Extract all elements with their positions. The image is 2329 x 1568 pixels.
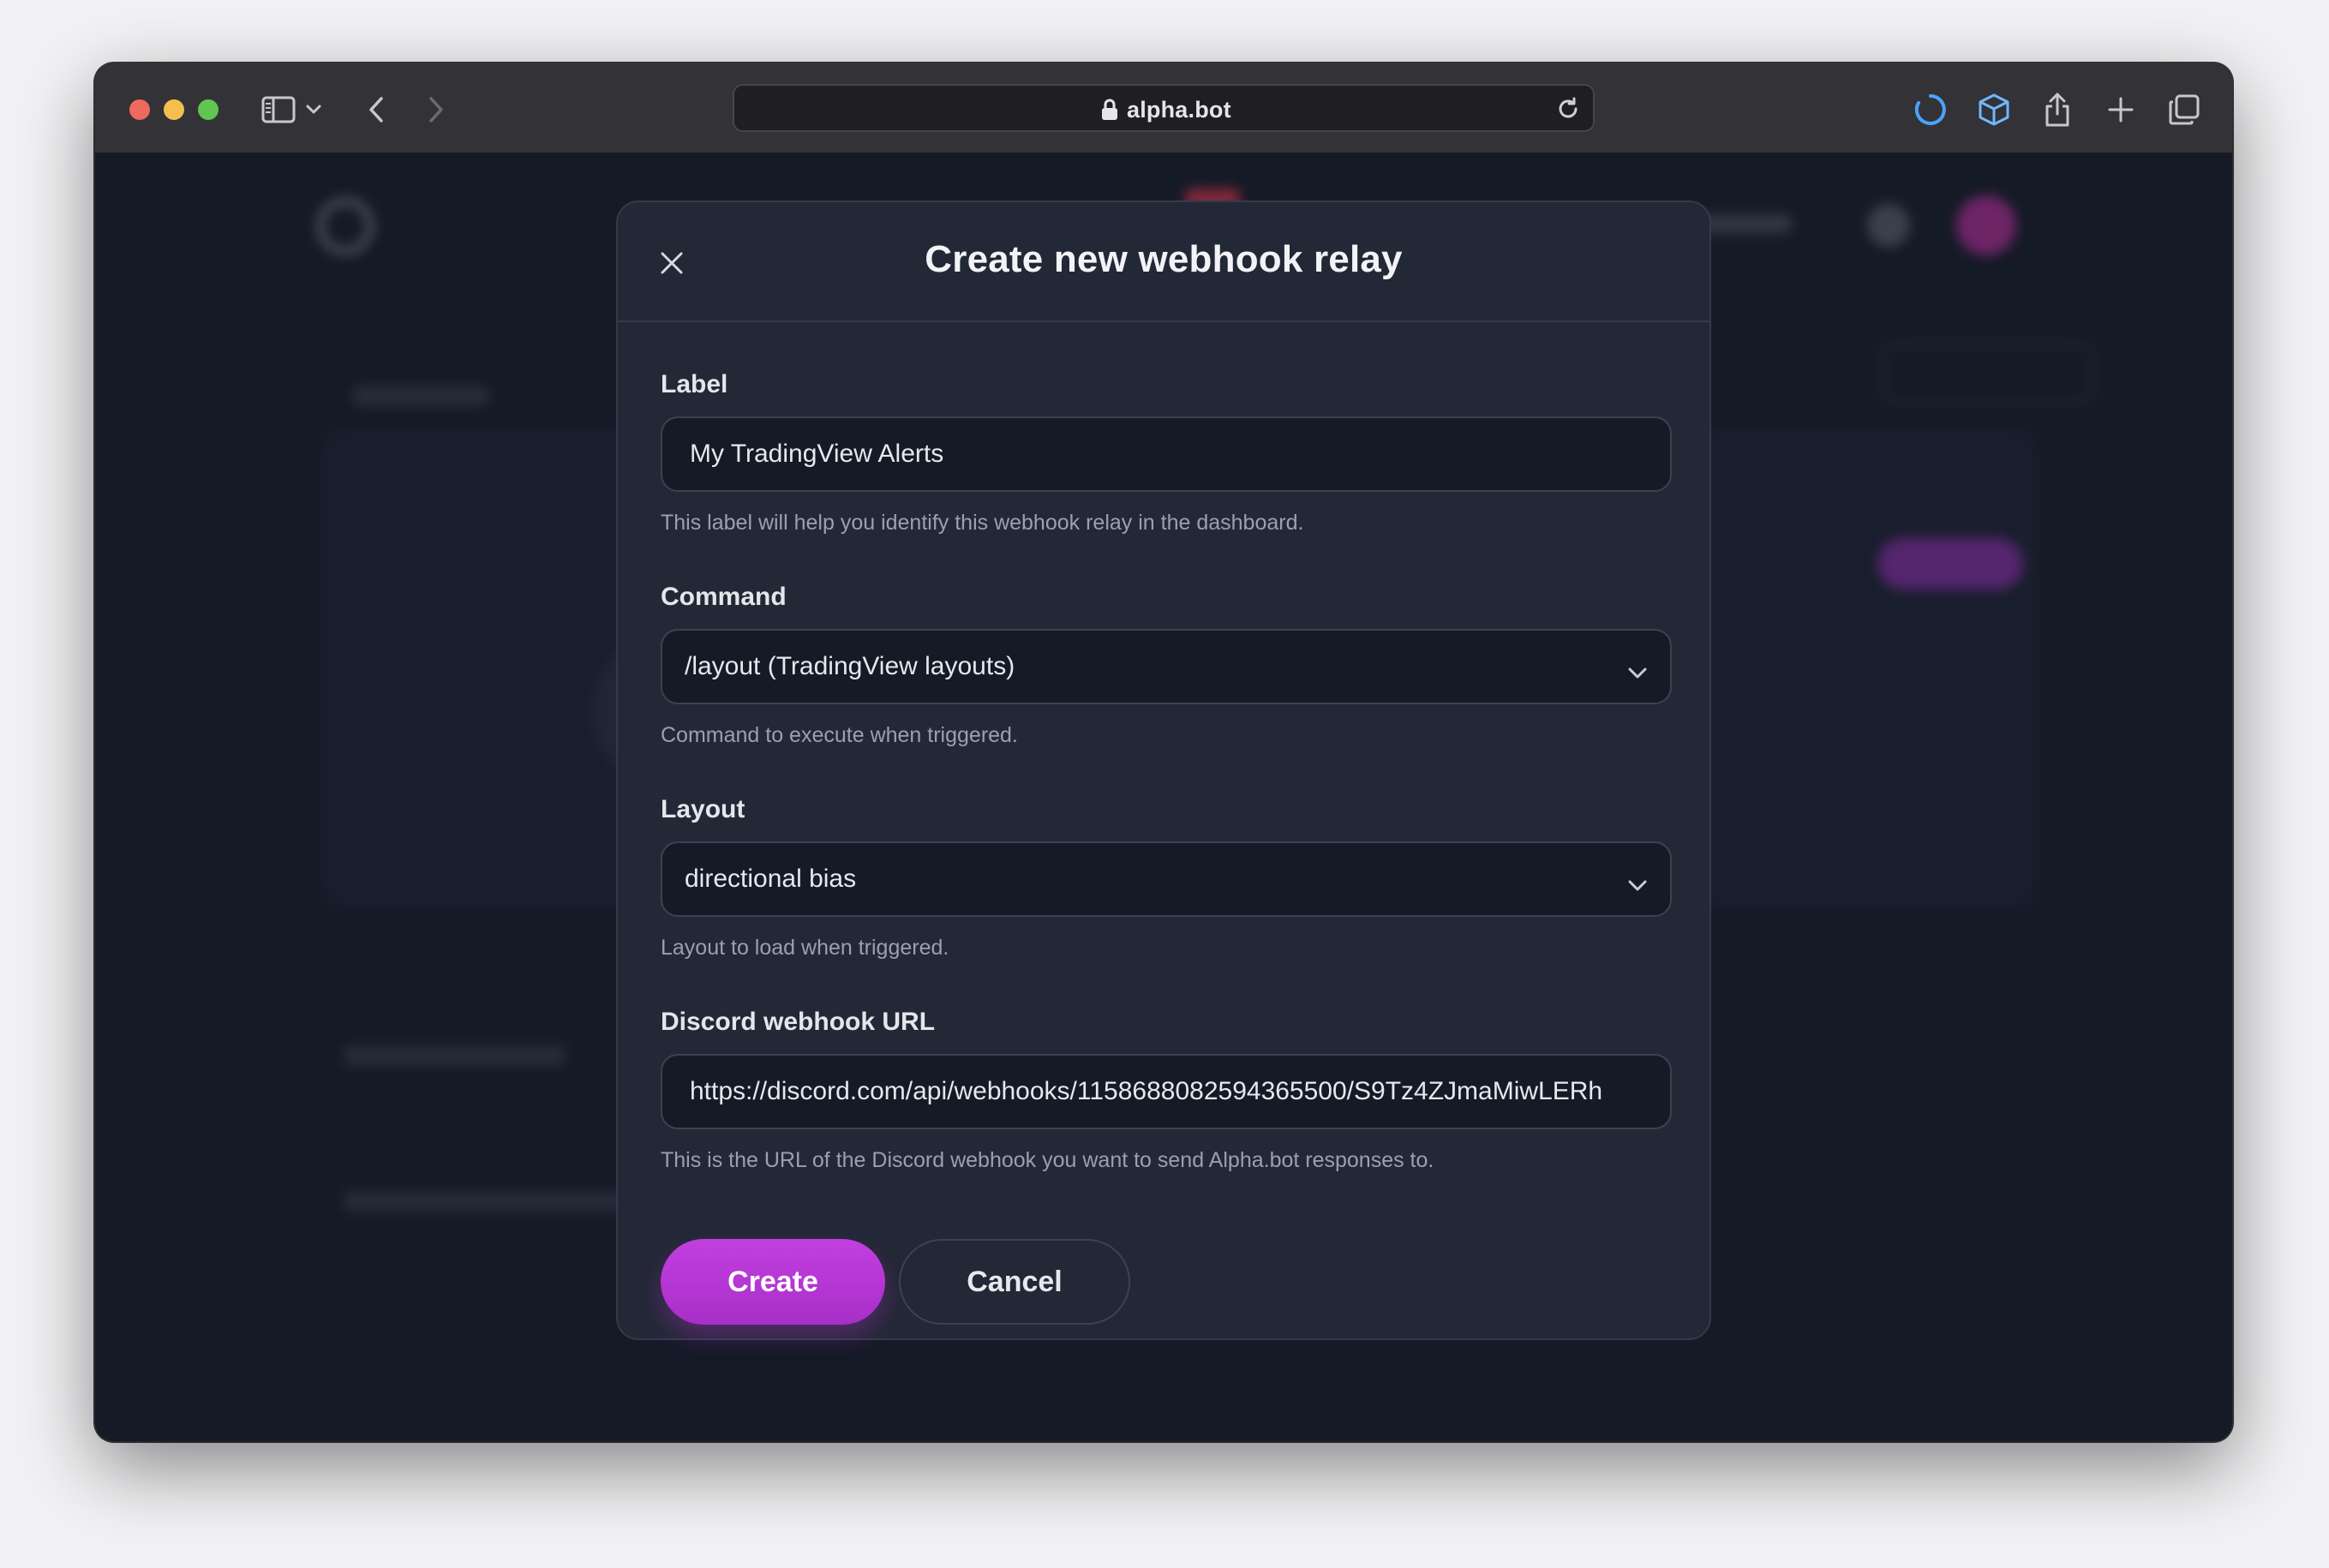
extension-cube-icon[interactable]	[1973, 89, 2015, 130]
background-text	[344, 1191, 635, 1212]
background-text	[352, 386, 489, 406]
command-field-label: Command	[661, 583, 787, 611]
browser-window: alpha.bot Create new webhook relay Label…	[95, 63, 2232, 1441]
tab-overview-icon[interactable]	[2164, 89, 2205, 130]
url-text: alpha.bot	[1127, 97, 1231, 123]
modal-header: Create new webhook relay	[618, 202, 1709, 322]
cancel-button[interactable]: Cancel	[899, 1239, 1130, 1325]
background-avatar	[1956, 195, 2016, 255]
browser-toolbar: alpha.bot	[95, 63, 2232, 154]
background-logo-icon	[316, 197, 374, 255]
background-purple-button	[1877, 538, 2023, 589]
webhook-url-input[interactable]: https://discord.com/api/webhooks/1158688…	[661, 1054, 1672, 1129]
layout-help-text: Layout to load when triggered.	[661, 936, 949, 960]
address-bar[interactable]: alpha.bot	[733, 84, 1595, 132]
minimize-window-button[interactable]	[164, 99, 184, 120]
zoom-window-button[interactable]	[198, 99, 219, 120]
back-arrow-icon[interactable]	[356, 89, 397, 130]
command-select[interactable]: /layout (TradingView layouts)	[661, 629, 1672, 704]
lock-icon	[1100, 98, 1119, 126]
sidebar-toggle-icon[interactable]	[258, 89, 299, 130]
create-button[interactable]: Create	[661, 1239, 885, 1325]
layout-select-value: directional bias	[685, 865, 857, 893]
chevron-down-icon	[1627, 658, 1648, 687]
layout-field-label: Layout	[661, 795, 745, 823]
modal-title: Create new webhook relay	[925, 238, 1403, 280]
command-select-value: /layout (TradingView layouts)	[685, 652, 1015, 680]
reload-icon[interactable]	[1555, 96, 1581, 126]
chevron-down-icon	[1627, 871, 1648, 900]
label-input[interactable]: My TradingView Alerts	[661, 416, 1672, 492]
layout-select[interactable]: directional bias	[661, 841, 1672, 917]
loading-spinner-icon	[1910, 89, 1951, 130]
command-help-text: Command to execute when triggered.	[661, 723, 1018, 747]
new-tab-plus-icon[interactable]	[2100, 89, 2141, 130]
label-help-text: This label will help you identify this w…	[661, 511, 1304, 535]
webhook-url-field-label: Discord webhook URL	[661, 1008, 936, 1036]
share-icon[interactable]	[2037, 89, 2078, 130]
background-button	[1881, 343, 2095, 403]
forward-arrow-icon[interactable]	[416, 89, 457, 130]
chevron-down-icon[interactable]	[301, 89, 326, 130]
webhook-url-help-text: This is the URL of the Discord webhook y…	[661, 1148, 1434, 1172]
create-webhook-modal: Create new webhook relay Label My Tradin…	[616, 200, 1711, 1340]
webhook-url-input-value: https://discord.com/api/webhooks/1158688…	[690, 1077, 1603, 1105]
close-window-button[interactable]	[129, 99, 150, 120]
label-field-label: Label	[661, 370, 728, 398]
background-text	[344, 1045, 566, 1066]
background-moon-icon	[1867, 204, 1910, 247]
label-input-value: My TradingView Alerts	[690, 440, 944, 468]
